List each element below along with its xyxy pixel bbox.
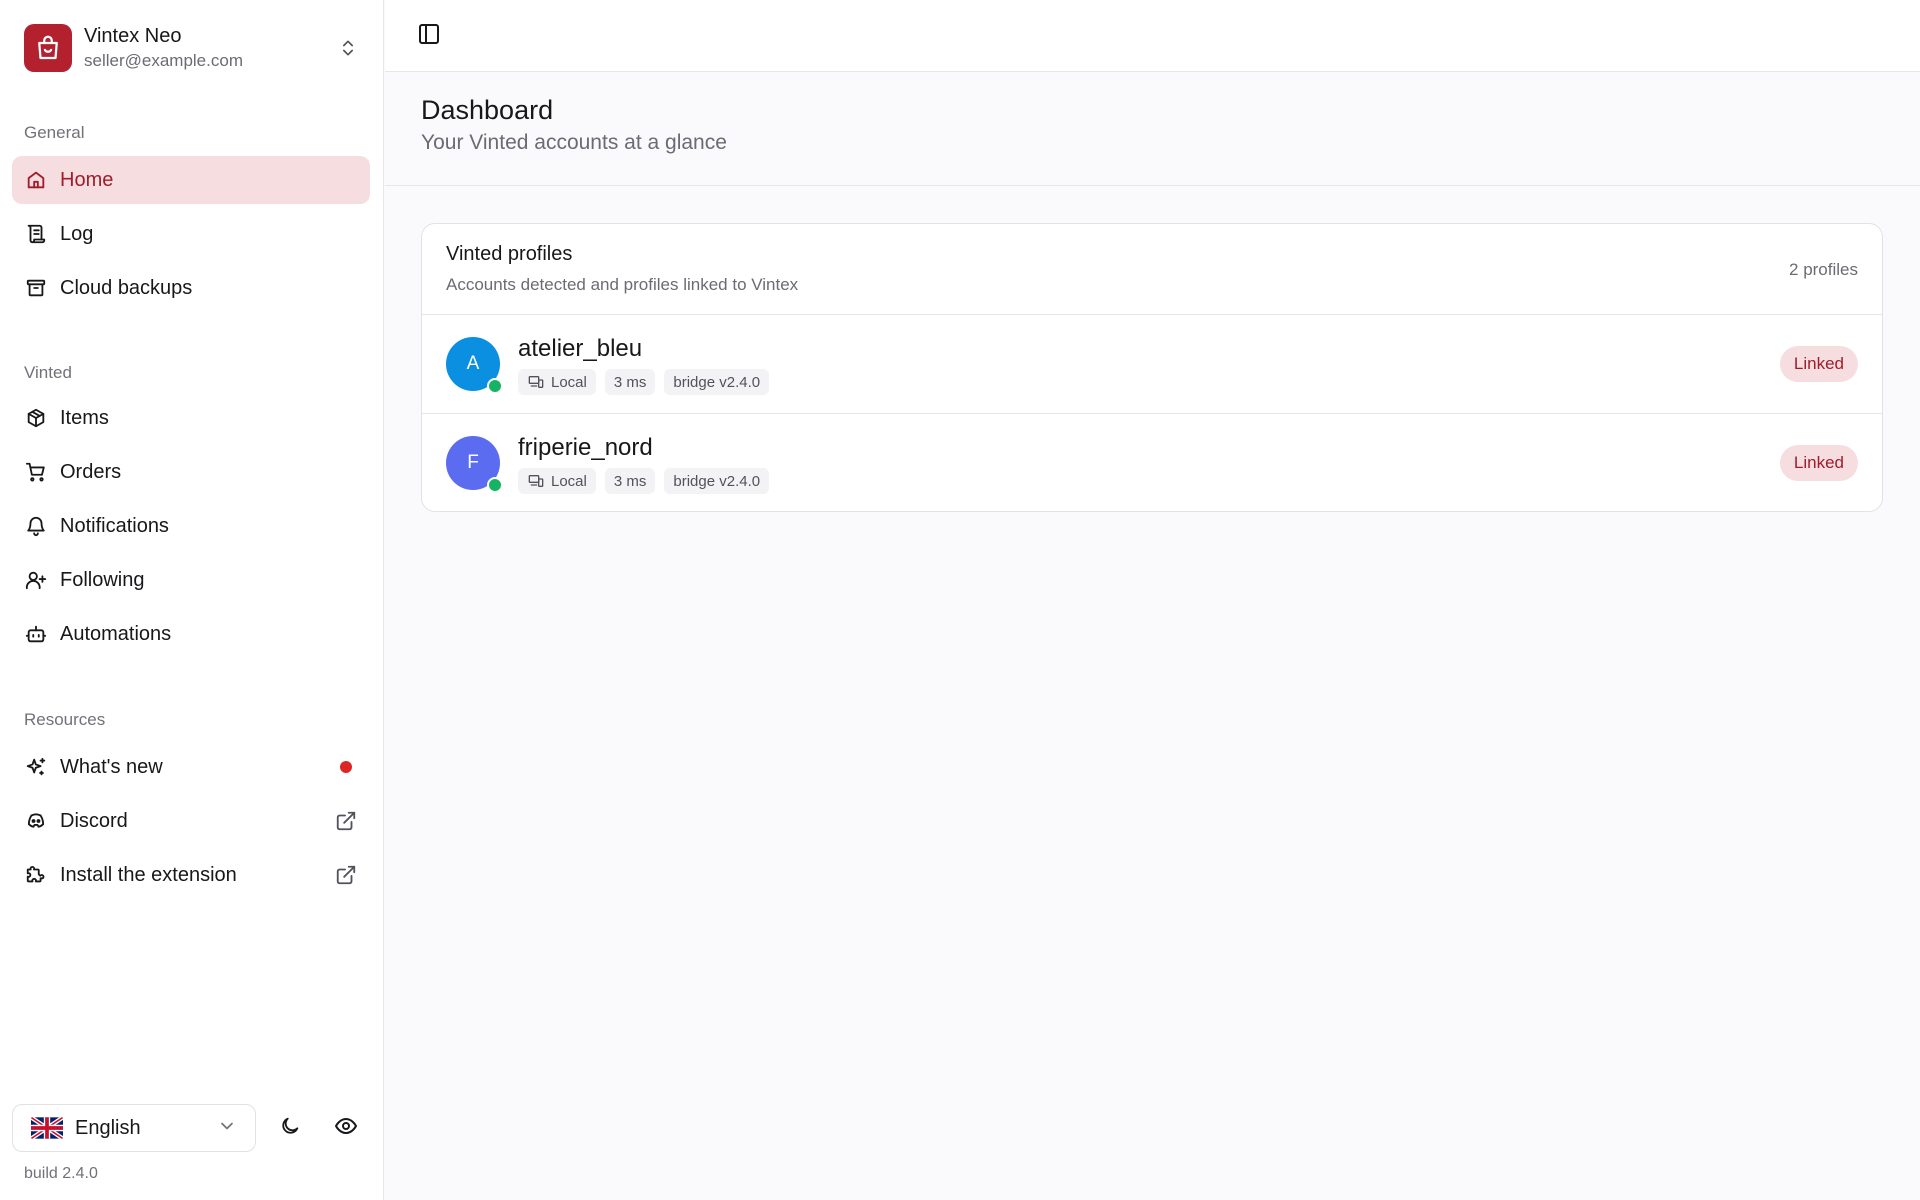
devices-icon [528, 475, 544, 487]
sidebar-item-home[interactable]: Home [12, 156, 370, 204]
status-badge: Linked [1779, 445, 1858, 481]
profile-name: friperie_nord [518, 434, 653, 461]
external-link-icon [334, 863, 358, 887]
account-name: Vintex Neo [84, 25, 182, 47]
sidebar-item-label: Install the extension [60, 863, 237, 886]
archive-icon [24, 276, 48, 300]
user-plus-icon [24, 568, 48, 592]
unread-dot [334, 755, 358, 779]
sidebar-item-notifications[interactable]: Notifications [12, 502, 370, 550]
source-chip: Local [518, 468, 596, 494]
eye-icon [334, 1114, 358, 1143]
sidebar-item-automations[interactable]: Automations [12, 610, 370, 658]
shopping-bag-logo-icon [24, 24, 72, 72]
sidebar-item-following[interactable]: Following [12, 556, 370, 604]
sidebar-item-log[interactable]: Log [12, 210, 370, 258]
panel-left-icon [417, 22, 441, 51]
discord-icon [24, 809, 48, 833]
bell-icon [24, 514, 48, 538]
bridge-version-chip: bridge v2.4.0 [664, 468, 770, 494]
build-version: build 2.4.0 [24, 1165, 98, 1182]
theme-toggle-button[interactable] [270, 1108, 310, 1148]
puzzle-icon [24, 863, 48, 887]
page-header: Dashboard Your Vinted accounts at a glan… [385, 73, 1920, 186]
profile-meta: Local 3 ms bridge v2.4.0 [518, 468, 770, 494]
avatar-initial: F [467, 452, 479, 473]
sparkles-icon [24, 755, 48, 779]
sidebar-item-discord[interactable]: Discord [12, 797, 370, 845]
sidebar-item-orders[interactable]: Orders [12, 448, 370, 496]
top-bar [385, 0, 1920, 72]
sidebar-item-whats-new[interactable]: What's new [12, 743, 370, 791]
uk-flag-icon [31, 1117, 63, 1139]
visibility-toggle-button[interactable] [326, 1108, 366, 1148]
shopping-cart-icon [24, 460, 48, 484]
account-switcher[interactable]: Vintex Neo seller@example.com [12, 12, 372, 84]
vinted-profiles-card: Vinted profiles Accounts detected and pr… [421, 223, 1883, 512]
moon-icon [279, 1115, 301, 1142]
devices-icon [528, 376, 544, 388]
latency-chip: 3 ms [604, 468, 656, 494]
language-value: English [75, 1116, 141, 1139]
sidebar-item-install-extension[interactable]: Install the extension [12, 851, 370, 899]
source-label: Local [551, 373, 587, 391]
sidebar-item-label: Log [60, 222, 94, 245]
page-title: Dashboard [421, 95, 554, 125]
sidebar-item-cloud-backups[interactable]: Cloud backups [12, 264, 370, 312]
profile-meta: Local 3 ms bridge v2.4.0 [518, 369, 770, 395]
sidebar-item-items[interactable]: Items [12, 394, 370, 442]
language-select[interactable]: English [12, 1104, 256, 1152]
page-subtitle: Your Vinted accounts at a glance [421, 131, 727, 154]
bridge-version-chip: bridge v2.4.0 [664, 369, 770, 395]
sidebar-item-label: What's new [60, 755, 163, 778]
status-badge: Linked [1779, 346, 1858, 382]
avatar: A [446, 337, 503, 394]
sidebar-item-label: Automations [60, 622, 172, 645]
card-header: Vinted profiles Accounts detected and pr… [422, 224, 1882, 315]
chevrons-up-down-icon [336, 36, 360, 60]
profile-row[interactable]: F friperie_nord Local 3 ms bridge v2.4.0… [422, 414, 1882, 511]
card-title: Vinted profiles [446, 243, 573, 265]
source-chip: Local [518, 369, 596, 395]
external-link-icon [334, 809, 358, 833]
sidebar-item-label: Discord [60, 809, 128, 832]
avatar-initial: A [466, 353, 480, 374]
sidebar-toggle-button[interactable] [409, 16, 449, 56]
section-label-resources: Resources [24, 710, 106, 729]
online-status-dot [487, 378, 503, 394]
sidebar-item-label: Items [60, 406, 109, 429]
sidebar: Vintex Neo seller@example.com General Ho… [0, 0, 384, 1200]
chevron-down-icon [217, 1116, 237, 1141]
home-icon [24, 168, 48, 192]
latency-chip: 3 ms [604, 369, 656, 395]
bot-icon [24, 622, 48, 646]
scroll-text-icon [24, 222, 48, 246]
section-label-general: General [24, 123, 85, 142]
section-label-vinted: Vinted [24, 363, 72, 382]
profile-name: atelier_bleu [518, 335, 643, 362]
sidebar-item-label: Cloud backups [60, 276, 193, 299]
avatar: F [446, 436, 503, 493]
card-description: Accounts detected and profiles linked to… [446, 275, 799, 294]
sidebar-item-label: Notifications [60, 514, 169, 537]
sidebar-item-label: Orders [60, 460, 122, 483]
profile-row[interactable]: A atelier_bleu Local 3 ms bridge v2.4.0 … [422, 315, 1882, 414]
online-status-dot [487, 477, 503, 493]
package-icon [24, 406, 48, 430]
profile-count: 2 profiles [1789, 260, 1858, 279]
sidebar-item-label: Home [60, 168, 114, 191]
source-label: Local [551, 472, 587, 490]
account-email: seller@example.com [84, 51, 243, 70]
sidebar-item-label: Following [60, 568, 145, 591]
